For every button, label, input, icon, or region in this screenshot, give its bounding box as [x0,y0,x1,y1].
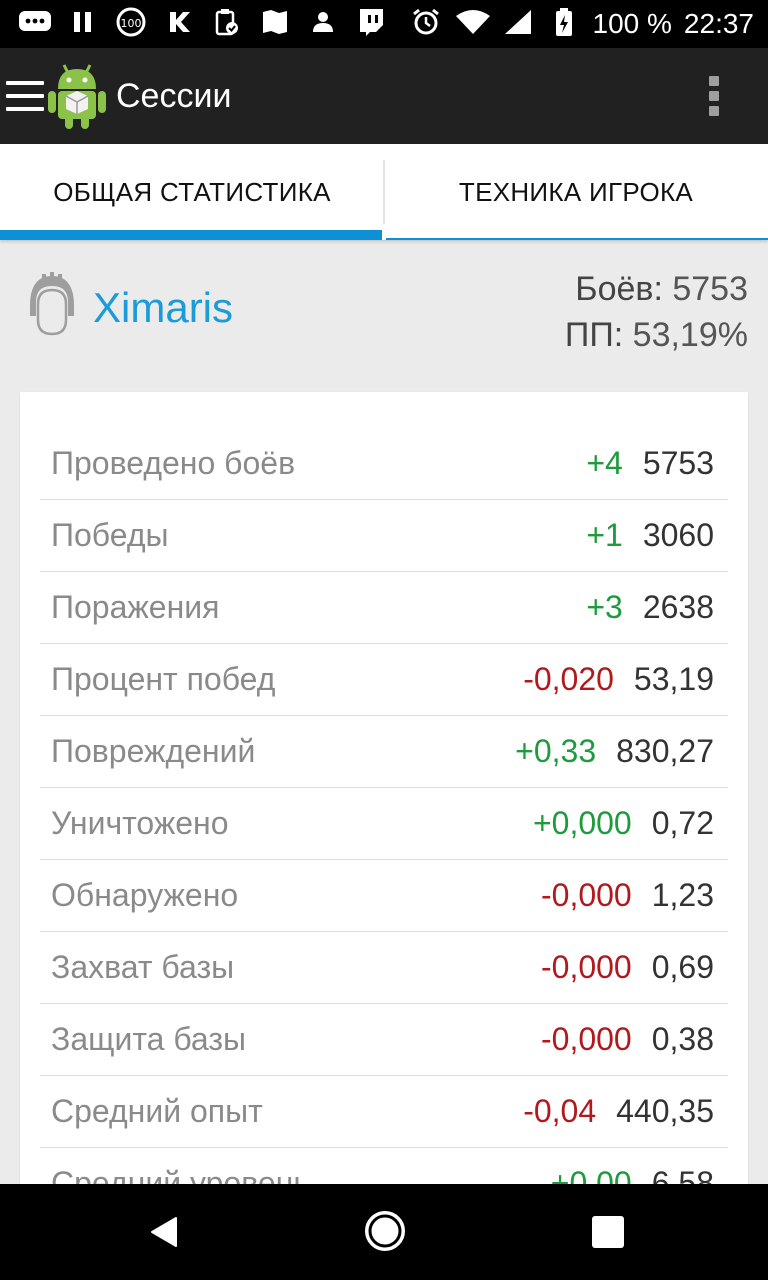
wifi-icon [455,8,490,40]
winrate-value: 53,19% [632,316,748,354]
back-icon[interactable] [150,1216,178,1253]
stat-row-damage: Повреждений +0,33 830,27 [40,716,728,788]
stat-label: Средний опыт [51,1093,263,1129]
stat-label: Уничтожено [51,805,229,841]
stat-row-losses: Поражения +3 2638 [40,572,728,644]
signal-icon [501,8,535,40]
stat-delta: +1 [586,517,623,553]
battery-charging-icon [547,7,581,41]
stat-row-avg-xp: Средний опыт -0,04 440,35 [40,1076,728,1148]
stat-label: Повреждений [51,733,256,769]
stat-delta: +0,33 [515,733,597,769]
player-profile: Ximaris Боёв: 5753 ПП: 53,19% [0,240,768,390]
winrate-label: ПП: [564,316,624,354]
stats-list: Проведено боёв +4 5753 Победы +1 3060 По… [40,428,728,1220]
helmet-avatar-icon[interactable] [22,272,82,338]
alarm-icon [409,7,443,41]
svg-text:100: 100 [121,17,142,30]
menu-icon[interactable] [6,81,44,111]
summary-stats: Боёв: 5753 ПП: 53,19% [565,266,748,358]
stat-value: 1,23 [651,877,714,913]
stat-value: 440,35 [616,1093,714,1129]
stat-label: Захват базы [51,949,235,985]
clipboard-check-icon [210,8,244,40]
twitch-icon [354,7,388,41]
recent-apps-icon[interactable] [592,1216,624,1248]
100-badge-icon: 100 [114,6,148,42]
stat-value: 53,19 [633,661,714,697]
stat-value: 0,38 [651,1021,714,1057]
stat-value: 0,72 [651,805,714,841]
toolbar-title: Сессии [116,76,232,115]
stat-value: 3060 [642,517,714,553]
home-icon[interactable] [362,1208,408,1259]
stat-row-wins: Победы +1 3060 [40,500,728,572]
stat-label: Обнаружено [51,877,239,913]
stat-delta: +4 [586,445,623,481]
stat-value: 2638 [642,589,714,625]
app-toolbar: Сессии [0,48,768,144]
message-icon [18,9,52,39]
map-icon [258,8,292,40]
k-icon [162,9,196,39]
stat-delta: -0,000 [540,1021,632,1057]
stat-delta: +3 [586,589,623,625]
tab-divider [383,160,385,224]
tab-label: ОБЩАЯ СТАТИСТИКА [53,176,331,207]
stat-value: 0,69 [651,949,714,985]
stat-label: Проведено боёв [51,445,296,481]
stat-label: Процент побед [51,661,276,697]
android-logo-icon[interactable] [46,61,108,131]
stat-row-defense: Защита базы -0,000 0,38 [40,1004,728,1076]
stat-value: 830,27 [616,733,714,769]
clock: 22:37 [683,8,754,39]
pause-icon [66,10,100,38]
battery-percent: 100 % [592,8,672,39]
stat-row-capture: Захват базы -0,000 0,69 [40,932,728,1004]
person-icon [306,9,340,39]
stat-row-spotted: Обнаружено -0,000 1,23 [40,860,728,932]
overflow-menu-icon[interactable] [708,76,720,116]
battles-label: Боёв: [575,270,663,308]
stat-row-battles: Проведено боёв +4 5753 [40,428,728,500]
stat-delta: -0,000 [540,949,632,985]
battles-value: 5753 [672,270,748,308]
stat-label: Победы [51,517,169,553]
tab-label: ТЕХНИКА ИГРОКА [458,176,694,207]
stat-delta: -0,000 [540,877,632,913]
tab-general-stats[interactable]: ОБЩАЯ СТАТИСТИКА [0,144,384,240]
stat-row-destroyed: Уничтожено +0,000 0,72 [40,788,728,860]
status-bar: 100 100 % 22:37 [0,0,768,48]
tab-player-vehicles[interactable]: ТЕХНИКА ИГРОКА [384,144,768,240]
stat-label: Защита базы [51,1021,247,1057]
stat-label: Поражения [51,589,220,625]
stats-card: Проведено боёв +4 5753 Победы +1 3060 По… [20,392,748,1220]
stat-delta: -0,04 [523,1093,597,1129]
stat-delta: -0,020 [523,661,614,697]
player-name[interactable]: Ximaris [93,284,233,332]
stat-row-winrate: Процент побед -0,020 53,19 [40,644,728,716]
stat-delta: +0,000 [532,805,632,841]
stat-value: 5753 [642,445,714,481]
